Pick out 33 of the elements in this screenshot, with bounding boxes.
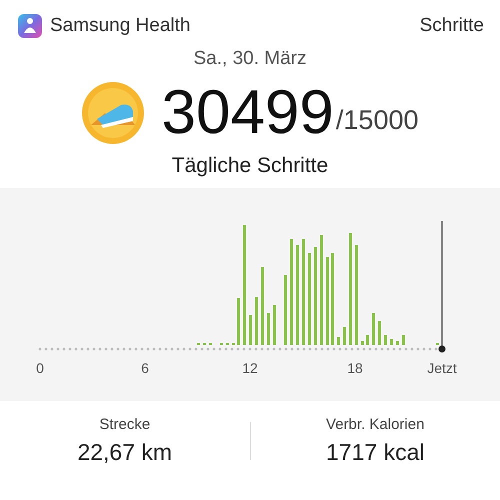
stat-label: Strecke	[99, 416, 150, 433]
step-bar	[343, 327, 346, 345]
step-bar	[384, 335, 387, 345]
axis-label: 0	[36, 360, 44, 376]
shoe-badge-icon	[81, 81, 146, 145]
app-name: Samsung Health	[50, 15, 190, 37]
step-bar	[390, 339, 393, 345]
step-count: 30499	[161, 78, 334, 148]
stat-value: 1717 kcal	[326, 439, 424, 466]
step-bar	[267, 313, 270, 345]
step-bar	[255, 297, 258, 345]
step-bar	[337, 337, 340, 345]
app-logo-icon	[18, 14, 42, 38]
step-bar	[361, 341, 364, 345]
step-bar	[237, 298, 240, 345]
axis-label: 6	[141, 360, 149, 376]
step-bar	[249, 315, 252, 345]
stat-value: 22,67 km	[77, 439, 172, 466]
section-title[interactable]: Schritte	[420, 15, 484, 37]
step-bar	[378, 321, 381, 345]
step-bar	[284, 275, 287, 345]
step-bar	[372, 313, 375, 345]
axis-label: 18	[347, 360, 363, 376]
date-label[interactable]: Sa., 30. März	[0, 48, 500, 70]
step-goal: /15000	[336, 105, 418, 136]
stat-label: Verbr. Kalorien	[326, 416, 424, 433]
steps-label: Tägliche Schritte	[170, 154, 330, 178]
axis-label: Jetzt	[427, 360, 457, 376]
step-bar	[366, 335, 369, 345]
step-bar	[402, 335, 405, 345]
axis-label: 12	[242, 360, 258, 376]
step-bar	[396, 341, 399, 345]
step-bar	[273, 305, 276, 345]
